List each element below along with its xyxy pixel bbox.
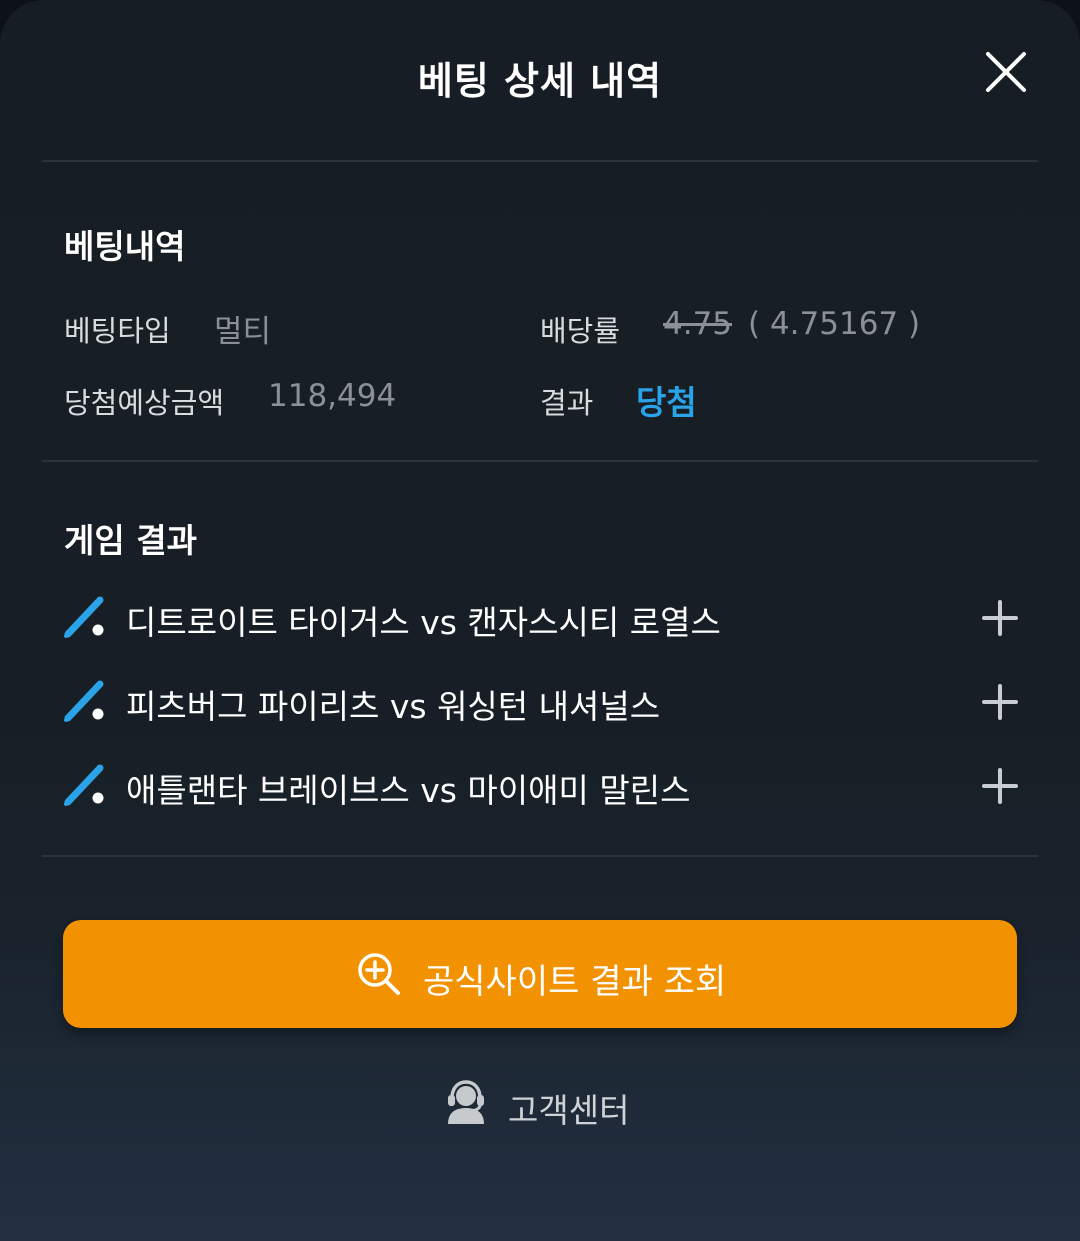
game-row[interactable]: 디트로이트 타이거스 vs 캔자스시티 로열스 [60,588,1030,648]
plus-icon[interactable] [980,766,1020,806]
odds-label: 배당률 [540,314,621,348]
odds-original-value: 4.75 [663,306,733,342]
divider [42,460,1038,462]
bet-details-title: 베팅내역 [64,227,186,266]
bet-type-value: 멀티 [214,314,272,350]
magnifier-plus-icon [358,953,400,995]
game-results-title: 게임 결과 [64,521,197,560]
divider [42,160,1038,162]
result-label: 결과 [540,386,594,420]
baseball-bat-icon [64,596,104,638]
game-row[interactable]: 애틀랜타 브레이브스 vs 마이애미 말린스 [60,756,1030,816]
customer-center-link[interactable]: 고객센터 [442,1076,652,1132]
baseball-bat-icon [64,764,104,806]
official-site-result-button[interactable]: 공식사이트 결과 조회 [63,920,1017,1028]
official-site-button-label: 공식사이트 결과 조회 [423,962,727,1002]
result-value: 당첨 [636,383,697,422]
game-name: 디트로이트 타이거스 vs 캔자스시티 로열스 [126,603,721,642]
close-icon[interactable] [982,48,1030,96]
page-title: 베팅 상세 내역 [417,59,663,103]
game-name: 피츠버그 파이리츠 vs 워싱턴 내셔널스 [126,687,661,726]
expected-amount-value: 118,494 [268,378,397,414]
game-row[interactable]: 피츠버그 파이리츠 vs 워싱턴 내셔널스 [60,672,1030,732]
odds-actual-value: ( 4.75167 ) [748,306,921,342]
plus-icon[interactable] [980,598,1020,638]
bet-detail-sheet: 베팅 상세 내역 베팅내역 베팅타입 멀티 배당률 4.75 ( 4.75167… [0,0,1080,1241]
plus-icon[interactable] [980,682,1020,722]
expected-amount-label: 당첨예상금액 [64,386,225,420]
headset-agent-icon [448,1080,484,1124]
game-name: 애틀랜타 브레이브스 vs 마이애미 말린스 [126,771,691,810]
baseball-bat-icon [64,680,104,722]
divider [42,855,1038,857]
customer-center-label: 고객센터 [508,1091,630,1130]
bet-type-label: 베팅타입 [64,314,171,348]
